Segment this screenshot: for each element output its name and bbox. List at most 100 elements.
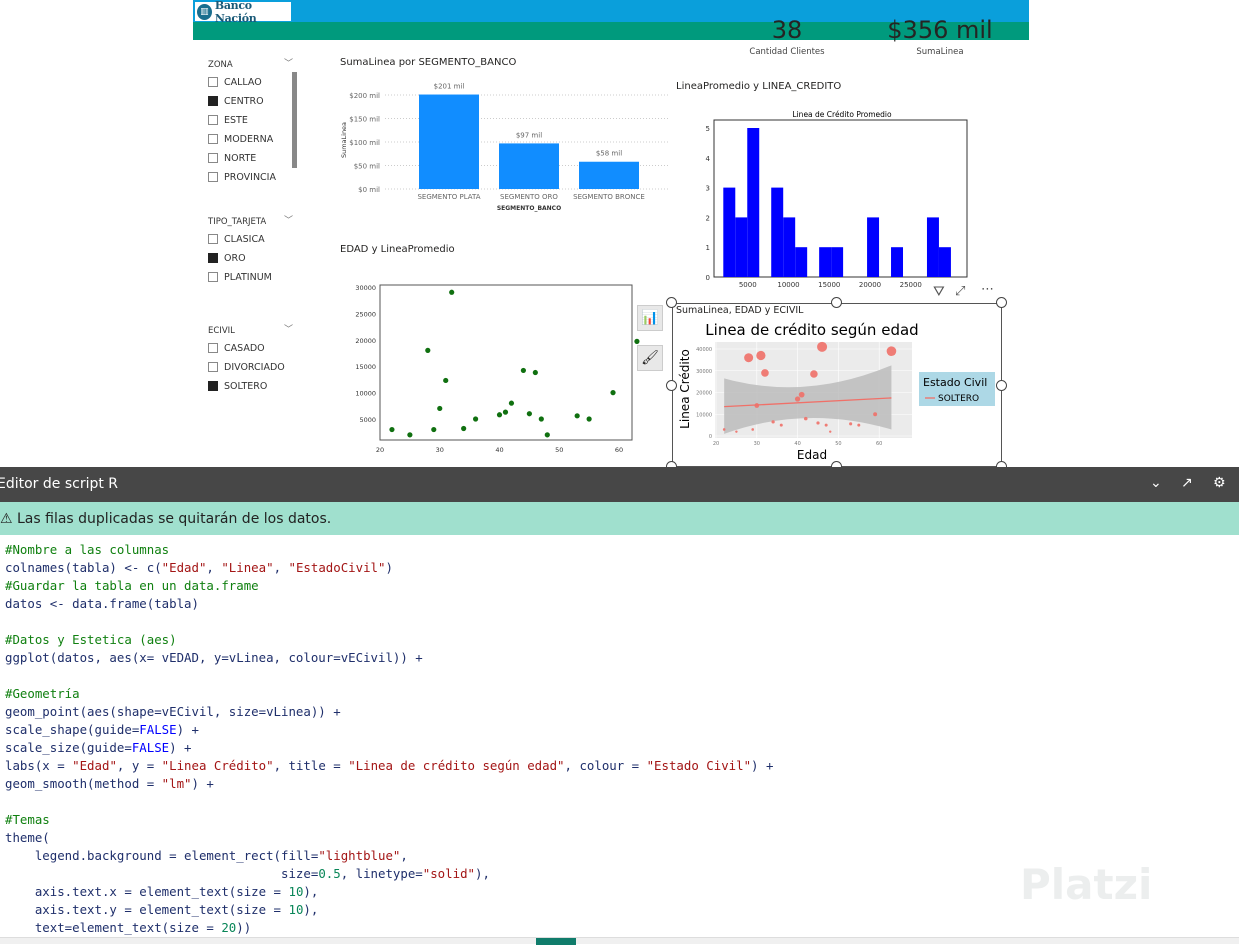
ggplot-point (756, 350, 766, 361)
y-tick-label: 10000 (355, 390, 376, 398)
hist-bar (795, 247, 808, 277)
hist-bar (891, 247, 904, 277)
code-line[interactable]: datos <- data.frame(tabla) (0, 595, 1239, 613)
data-label: $58 mil (596, 150, 622, 158)
ggplot-point (735, 430, 738, 433)
y-tick-label: 5000 (359, 416, 376, 424)
ggplot-point (798, 391, 805, 398)
code-line[interactable]: #Guardar la tabla en un data.frame (0, 577, 1239, 595)
ggplot-point (829, 430, 832, 433)
y-tick-label: 1 (706, 244, 710, 252)
scatter-point (544, 432, 550, 438)
ggplot-point (803, 416, 808, 421)
y-tick-label: $50 mil (354, 163, 380, 171)
code-line[interactable]: geom_point(aes(shape=vECivil, size=vLine… (0, 703, 1239, 721)
hist-bar (771, 187, 784, 277)
code-line[interactable]: ggplot(datos, aes(x= vEDAD, y=vLinea, co… (0, 649, 1239, 667)
code-line[interactable]: #Geometría (0, 685, 1239, 703)
scatter-point (502, 409, 509, 415)
ggplot-point (779, 423, 783, 427)
hist-bar (783, 217, 796, 277)
r-script-editor-header: Editor de script R ⌄ ↗ ⚙ (0, 467, 1239, 502)
x-tick-label: 30 (754, 441, 760, 447)
x-tick-label: 20 (376, 446, 384, 454)
bottom-tab-strip (0, 937, 1239, 945)
gear-icon[interactable]: ⚙ (1213, 475, 1226, 491)
code-line[interactable]: scale_size(guide=FALSE) + (0, 739, 1239, 757)
y-tick-label: $100 mil (349, 139, 380, 147)
x-tick-label: 30 (436, 446, 444, 454)
code-line[interactable]: theme( (0, 829, 1239, 847)
code-line[interactable]: scale_shape(guide=FALSE) + (0, 721, 1239, 739)
y-tick-label: $0 mil (358, 186, 380, 194)
ggplot-title: Linea de crédito según edad (705, 321, 918, 339)
x-tick-label: 5000 (739, 281, 757, 289)
scatter-point (449, 289, 455, 295)
x-tick-label: 25000 (900, 281, 922, 289)
code-line[interactable]: labs(x = "Edad", y = "Linea Crédito", ti… (0, 757, 1239, 775)
x-tick-label: SEGMENTO ORO (500, 193, 558, 201)
hist-bar (938, 247, 951, 277)
code-line[interactable]: #Temas (0, 811, 1239, 829)
scatter-point (431, 426, 437, 433)
plot-frame (379, 284, 633, 441)
platzi-watermark: Platzi (1020, 860, 1153, 909)
ggplot-point (751, 428, 755, 431)
y-tick-label: 30000 (355, 284, 376, 292)
scatter-point (520, 367, 527, 374)
scatter-point (586, 416, 592, 422)
bar (499, 143, 559, 189)
y-axis-title: SumaLinea (340, 122, 348, 158)
code-line[interactable]: geom_smooth(method = "lm") + (0, 775, 1239, 793)
x-tick-label: 40 (495, 446, 503, 454)
scatter-point (538, 416, 544, 422)
x-tick-label: SEGMENTO PLATA (417, 193, 480, 201)
charts-layer: $0 mil $50 mil $100 mil $150 mil $200 mil Sum… (340, 83, 995, 462)
data-label: $97 mil (516, 131, 542, 139)
ggplot-point (810, 370, 818, 378)
y-tick-label: 20000 (355, 337, 376, 345)
y-tick-label: 40000 (696, 347, 712, 353)
x-tick-label: 50 (835, 441, 841, 447)
scatter-point (461, 425, 467, 432)
editor-title: Editor de script R (0, 476, 119, 492)
scatter-point (508, 400, 515, 406)
ggplot-point (744, 353, 754, 363)
code-line[interactable]: colnames(tabla) <- c("Edad", "Linea", "E… (0, 559, 1239, 577)
hist-bar (831, 247, 844, 277)
code-line[interactable]: #Nombre a las columnas (0, 541, 1239, 559)
code-line[interactable] (0, 667, 1239, 685)
y-tick-label: 10000 (696, 412, 712, 418)
ggplot-point (761, 369, 769, 377)
ggplot-point (771, 420, 775, 424)
code-line[interactable]: #Datos y Estetica (aes) (0, 631, 1239, 649)
scatter-point (437, 405, 443, 412)
hist-title: Linea de Crédito Promedio (792, 110, 892, 119)
x-tick-label: SEGMENTO BRONCE (573, 193, 645, 201)
scatter-point (526, 411, 532, 417)
y-tick-label: 25000 (355, 310, 376, 318)
scatter-point (610, 390, 616, 396)
scatter-point (634, 338, 640, 344)
ggplot-point (816, 421, 820, 425)
scatter-point (496, 412, 503, 418)
expand-arrow-icon[interactable]: ↗ (1181, 475, 1193, 491)
hist-bar (735, 217, 748, 277)
ggplot-point (824, 423, 828, 427)
scatter-point (443, 377, 449, 384)
collapse-chevron-icon[interactable]: ⌄ (1150, 475, 1162, 491)
ggplot-point (817, 341, 828, 352)
x-tick-label: 50 (555, 446, 563, 454)
ggplot-point (722, 428, 726, 431)
scatter-point (425, 347, 431, 353)
bar (579, 161, 639, 189)
code-line[interactable] (0, 793, 1239, 811)
scatter-point (407, 432, 413, 438)
code-line[interactable]: text=element_text(size = 20)) (0, 919, 1239, 937)
code-line[interactable] (0, 613, 1239, 631)
legend-title: Estado Civil (923, 376, 987, 389)
ggplot-point (754, 403, 760, 408)
hist-bar (819, 247, 832, 277)
duplicate-rows-warning: ⚠ Las filas duplicadas se quitarán de lo… (0, 502, 1239, 535)
scatter-point (389, 426, 395, 433)
